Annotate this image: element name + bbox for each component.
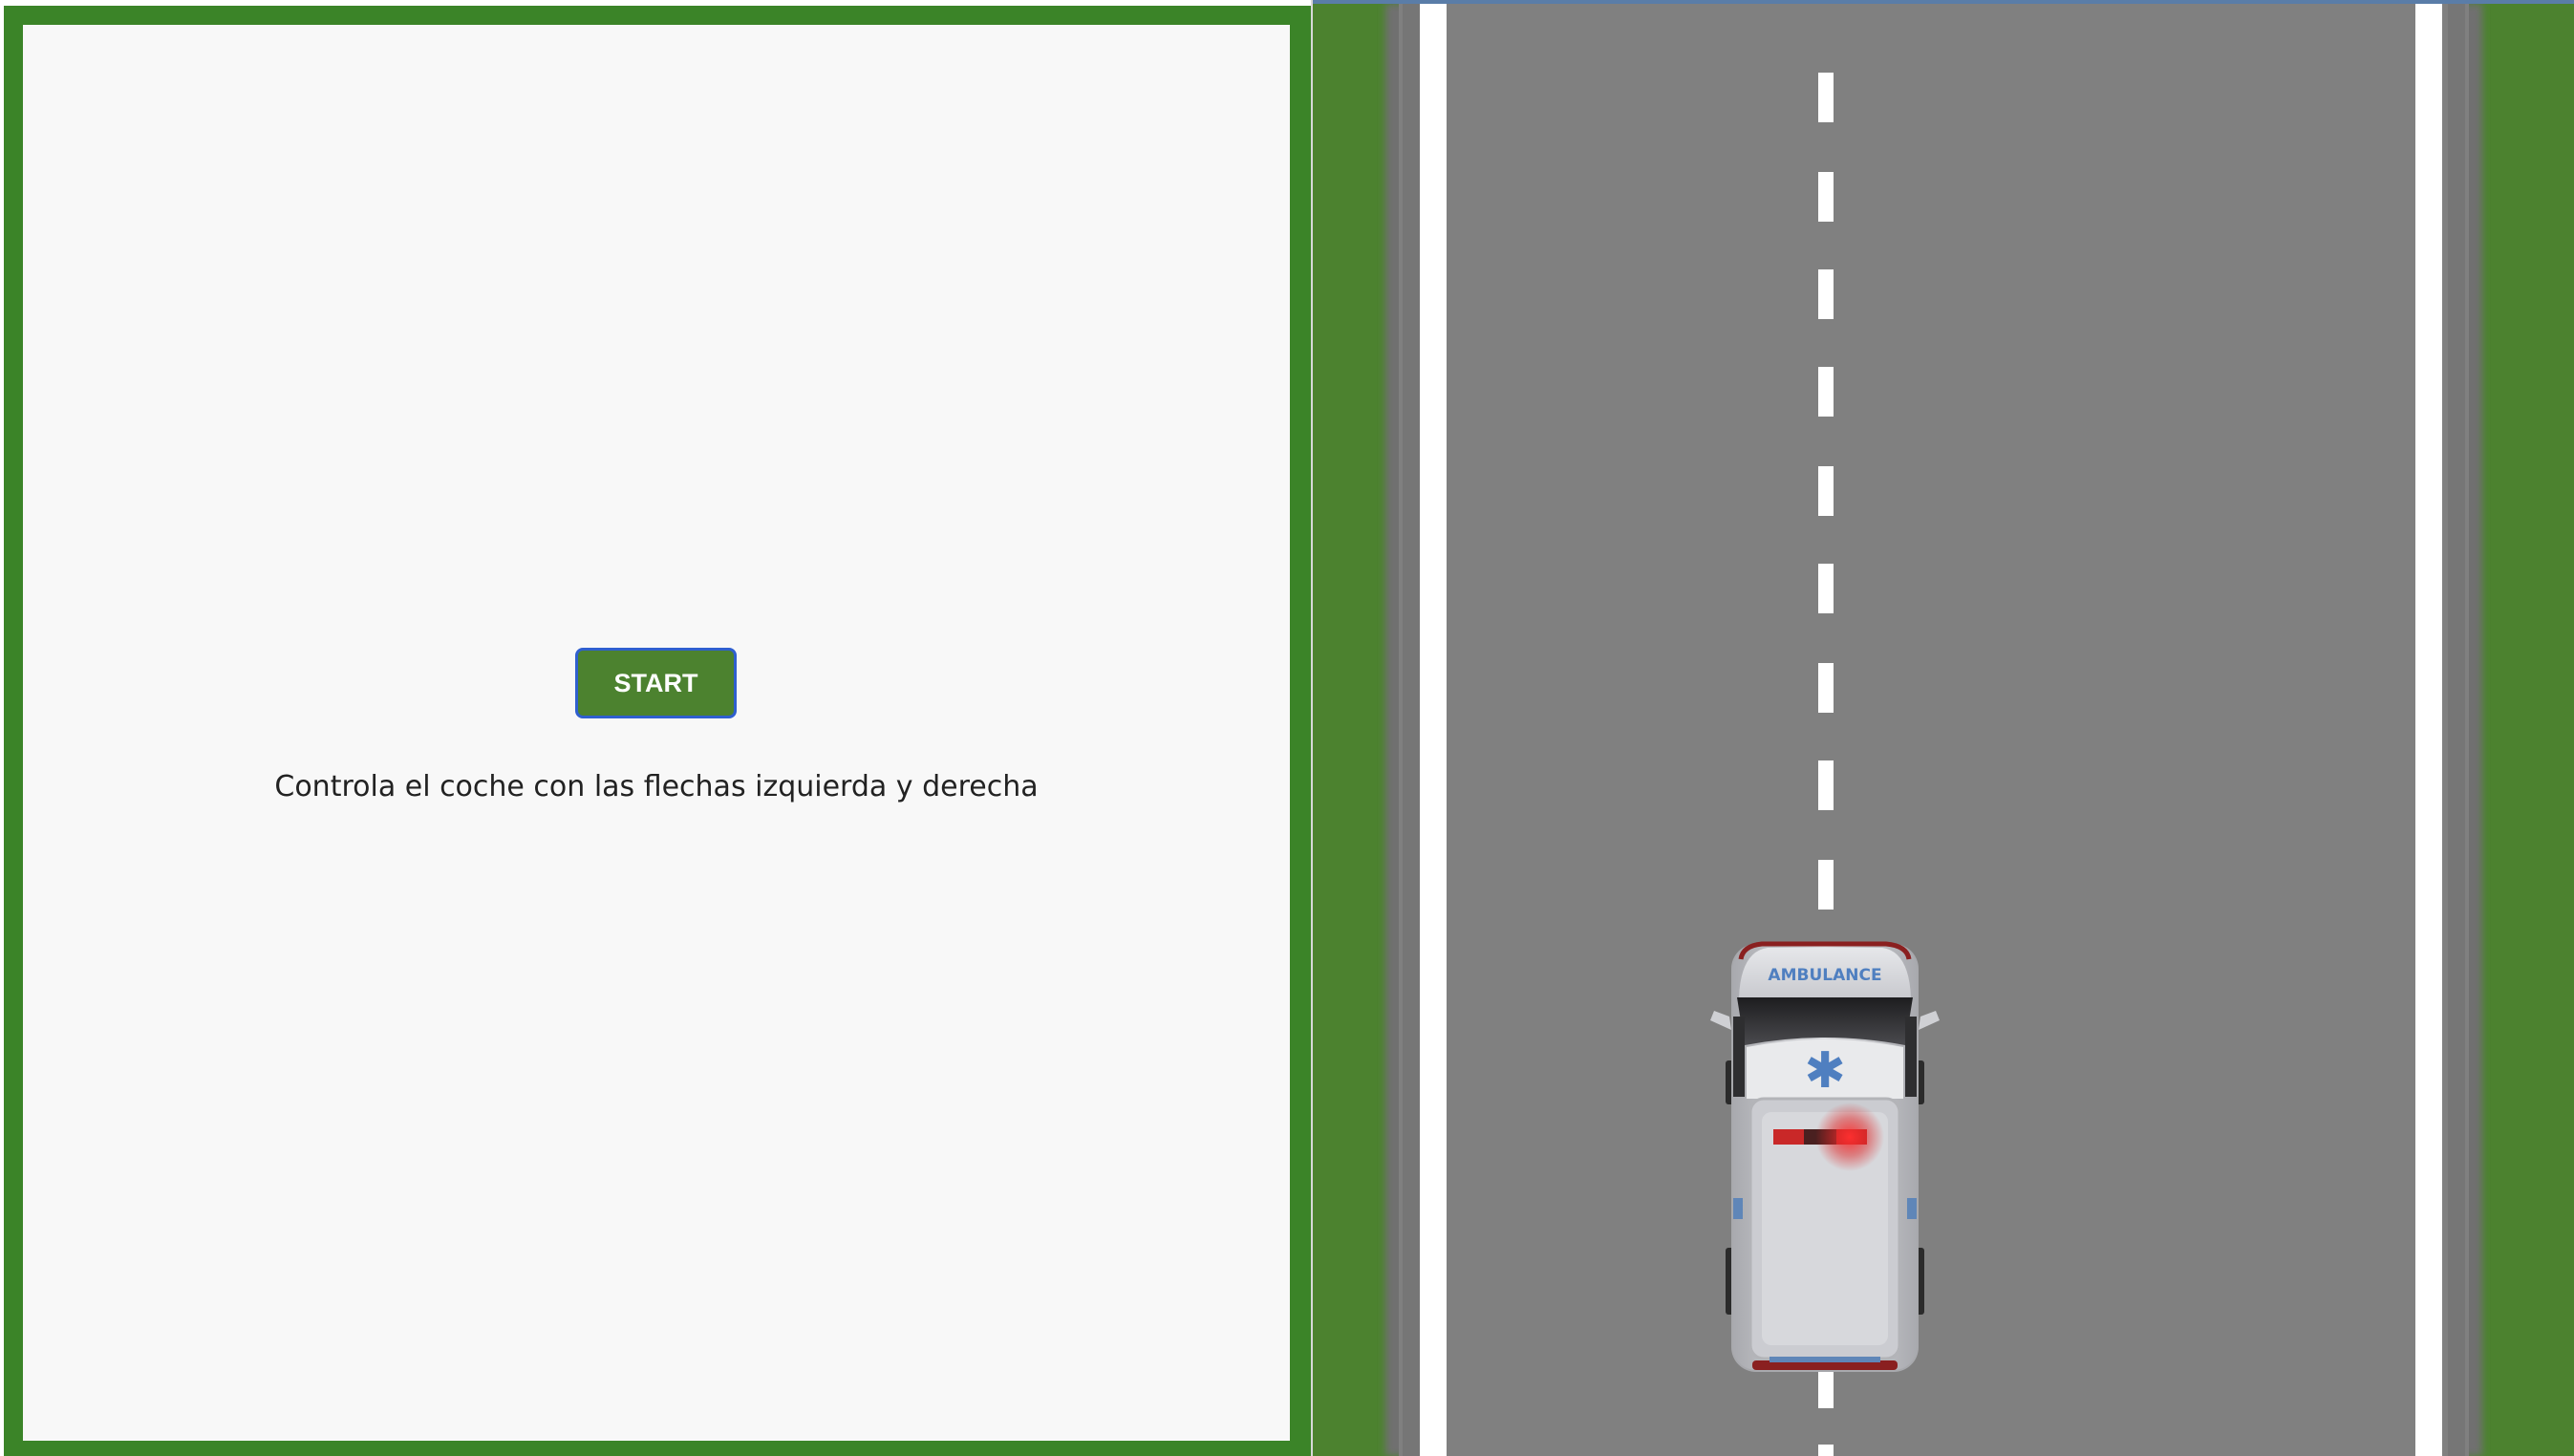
siren-glow	[1815, 1103, 1884, 1171]
menu-panel: START Controla el coche con las flechas …	[4, 6, 1311, 1456]
road-scene: ✱ AMBULANCE	[1313, 4, 2574, 1456]
game-window: START Controla el coche con las flechas …	[0, 0, 2574, 1456]
road-surface	[1399, 4, 2469, 1456]
left-verge	[1403, 4, 1420, 1456]
ambulance-label: AMBULANCE	[1768, 966, 1881, 985]
star-of-life-icon: ✱	[1804, 1042, 1846, 1100]
ambulance-vehicle: ✱ AMBULANCE	[1710, 941, 1940, 1372]
start-button[interactable]: START	[575, 648, 737, 718]
left-edge-line	[1420, 4, 1447, 1456]
road-canvas: ✱ AMBULANCE	[1313, 4, 2574, 1456]
right-verge	[2448, 4, 2465, 1456]
instructions-text: Controla el coche con las flechas izquie…	[274, 770, 1039, 803]
right-edge-line	[2415, 4, 2442, 1456]
menu-panel-content: START Controla el coche con las flechas …	[23, 25, 1290, 1441]
